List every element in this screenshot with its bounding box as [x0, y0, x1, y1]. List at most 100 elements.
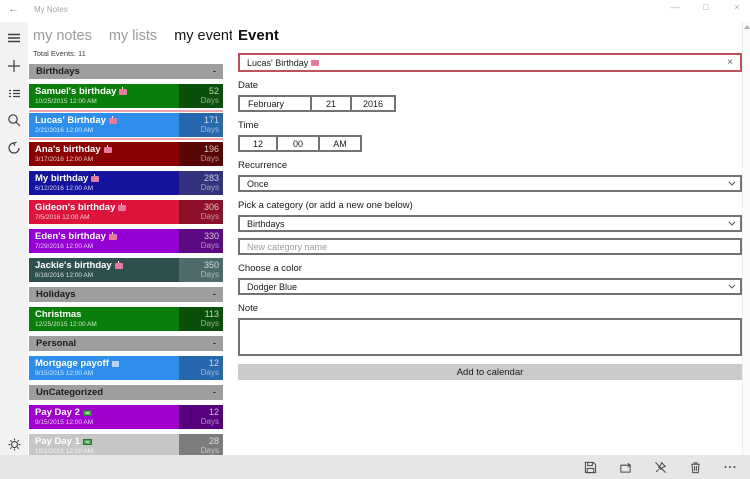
settings-gear-icon[interactable]: [6, 436, 22, 452]
command-bar: [0, 455, 750, 479]
minute-picker[interactable]: 00: [276, 135, 320, 152]
days-block: 306Days: [179, 200, 223, 224]
tab-my-events[interactable]: my events: [174, 28, 240, 44]
cake-emoji-icon: [119, 89, 127, 95]
event-item[interactable]: Ana's birthday3/17/2016 12:00 AM196Days: [29, 142, 223, 166]
days-label: Days: [179, 319, 219, 329]
days-block: 171Days: [179, 113, 223, 137]
category-name: UnCategorized: [36, 387, 103, 398]
event-title: Gideon's birthday: [35, 202, 115, 213]
tab-my-lists[interactable]: my lists: [109, 28, 157, 44]
recurrence-value: Once: [247, 179, 269, 189]
delete-icon[interactable]: [688, 460, 702, 474]
chevron-down-icon: [728, 179, 735, 186]
days-count: 350: [179, 260, 219, 270]
days-block: 196Days: [179, 142, 223, 166]
time-picker: 12 00 AM: [238, 135, 748, 152]
days-block: 52Days: [179, 84, 223, 108]
category-header[interactable]: UnCategorized -: [29, 385, 223, 400]
year-picker[interactable]: 2016: [350, 95, 396, 112]
event-item[interactable]: Jackie's birthday8/18/2016 12:00 AM350Da…: [29, 258, 223, 282]
search-icon[interactable]: [6, 112, 22, 128]
event-title: Pay Day 2: [35, 407, 80, 418]
hour-picker[interactable]: 12: [238, 135, 278, 152]
day-picker[interactable]: 21: [310, 95, 352, 112]
event-datetime: 6/12/2016 12:00 AM: [35, 184, 179, 193]
window-title: My Notes: [34, 5, 68, 14]
event-item[interactable]: Pay Day 29/15/2015 12:00 AM12Days: [29, 405, 223, 429]
days-label: Days: [179, 368, 219, 378]
add-to-calendar-button[interactable]: Add to calendar: [238, 364, 742, 380]
category-header[interactable]: Birthdays -: [29, 64, 223, 79]
cake-emoji-icon: [91, 176, 99, 182]
save-icon[interactable]: [583, 460, 597, 474]
event-datetime: 12/25/2015 12:00 AM: [35, 320, 179, 329]
event-item[interactable]: Eden's birthday7/29/2016 12:00 AM330Days: [29, 229, 223, 253]
event-name-input[interactable]: Lucas' Birthday ×: [238, 53, 742, 72]
event-item[interactable]: Christmas12/25/2015 12:00 AM113Days: [29, 307, 223, 331]
house-emoji-icon: [112, 361, 119, 367]
category-header[interactable]: Holidays-: [29, 287, 223, 302]
event-datetime: 7/5/2016 12:00 AM: [35, 213, 179, 222]
days-label: Days: [179, 270, 219, 280]
event-item[interactable]: Gideon's birthday7/5/2016 12:00 AM306Day…: [29, 200, 223, 224]
add-icon[interactable]: [6, 58, 22, 74]
month-picker[interactable]: February: [238, 95, 312, 112]
days-label: Days: [179, 212, 219, 222]
event-item[interactable]: Lucas' Birthday2/21/2016 12:00 AM171Days: [29, 113, 223, 137]
event-title: Mortgage payoff: [35, 358, 109, 369]
color-select[interactable]: Dodger Blue: [238, 278, 742, 295]
event-title: Samuel's birthday: [35, 86, 116, 97]
collapse-toggle[interactable]: -: [213, 338, 216, 349]
collapse-toggle[interactable]: -: [213, 66, 216, 77]
days-label: Days: [179, 241, 219, 251]
scroll-up-icon[interactable]: [744, 25, 750, 29]
cake-emoji-icon: [109, 234, 117, 240]
days-label: Days: [179, 96, 219, 106]
event-item[interactable]: Mortgage payoff9/15/2015 12:00 AM12Days: [29, 356, 223, 380]
back-button[interactable]: ←: [8, 3, 19, 15]
days-count: 113: [179, 309, 219, 319]
note-textarea[interactable]: [238, 318, 742, 356]
collapse-toggle[interactable]: -: [213, 289, 216, 300]
days-count: 171: [179, 115, 219, 125]
list-icon[interactable]: [6, 85, 22, 101]
maximize-button[interactable]: □: [699, 2, 713, 12]
days-count: 28: [179, 436, 219, 446]
days-label: Days: [179, 183, 219, 193]
clear-input-icon[interactable]: ×: [727, 57, 733, 68]
new-category-input[interactable]: [238, 238, 742, 255]
days-count: 52: [179, 86, 219, 96]
days-count: 12: [179, 358, 219, 368]
sync-icon[interactable]: [6, 140, 22, 156]
tab-my-notes[interactable]: my notes: [33, 28, 92, 44]
window-controls: — □ ×: [668, 2, 744, 12]
category-value: Birthdays: [247, 219, 285, 229]
event-list: Birthdays - Samuel's birthday10/25/2015 12…: [29, 64, 223, 463]
collapse-toggle[interactable]: -: [213, 387, 216, 398]
category-header[interactable]: Personal-: [29, 336, 223, 351]
close-button[interactable]: ×: [730, 2, 744, 12]
days-count: 283: [179, 173, 219, 183]
minimize-button[interactable]: —: [668, 2, 682, 12]
menu-icon[interactable]: [6, 30, 22, 46]
event-item[interactable]: Samuel's birthday10/25/2015 12:00 AM52Da…: [29, 84, 223, 108]
recurrence-select[interactable]: Once: [238, 175, 742, 192]
event-title: Lucas' Birthday: [35, 115, 106, 126]
money-emoji-icon: [83, 439, 92, 445]
cake-emoji-icon: [109, 118, 117, 124]
event-title: Jackie's birthday: [35, 260, 112, 271]
event-datetime: 7/29/2016 12:00 AM: [35, 242, 179, 251]
category-select[interactable]: Birthdays: [238, 215, 742, 232]
more-icon[interactable]: [723, 460, 737, 474]
scrollbar[interactable]: [742, 22, 750, 455]
ampm-picker[interactable]: AM: [318, 135, 362, 152]
repeat-icon[interactable]: [618, 460, 632, 474]
event-title: Eden's birthday: [35, 231, 106, 242]
money-emoji-icon: [83, 410, 92, 416]
category-name: Birthdays: [36, 66, 80, 77]
unpin-icon[interactable]: [653, 460, 667, 474]
event-item[interactable]: My birthday6/12/2016 12:00 AM283Days: [29, 171, 223, 195]
days-block: 113Days: [179, 307, 223, 331]
days-block: 12Days: [179, 405, 223, 429]
